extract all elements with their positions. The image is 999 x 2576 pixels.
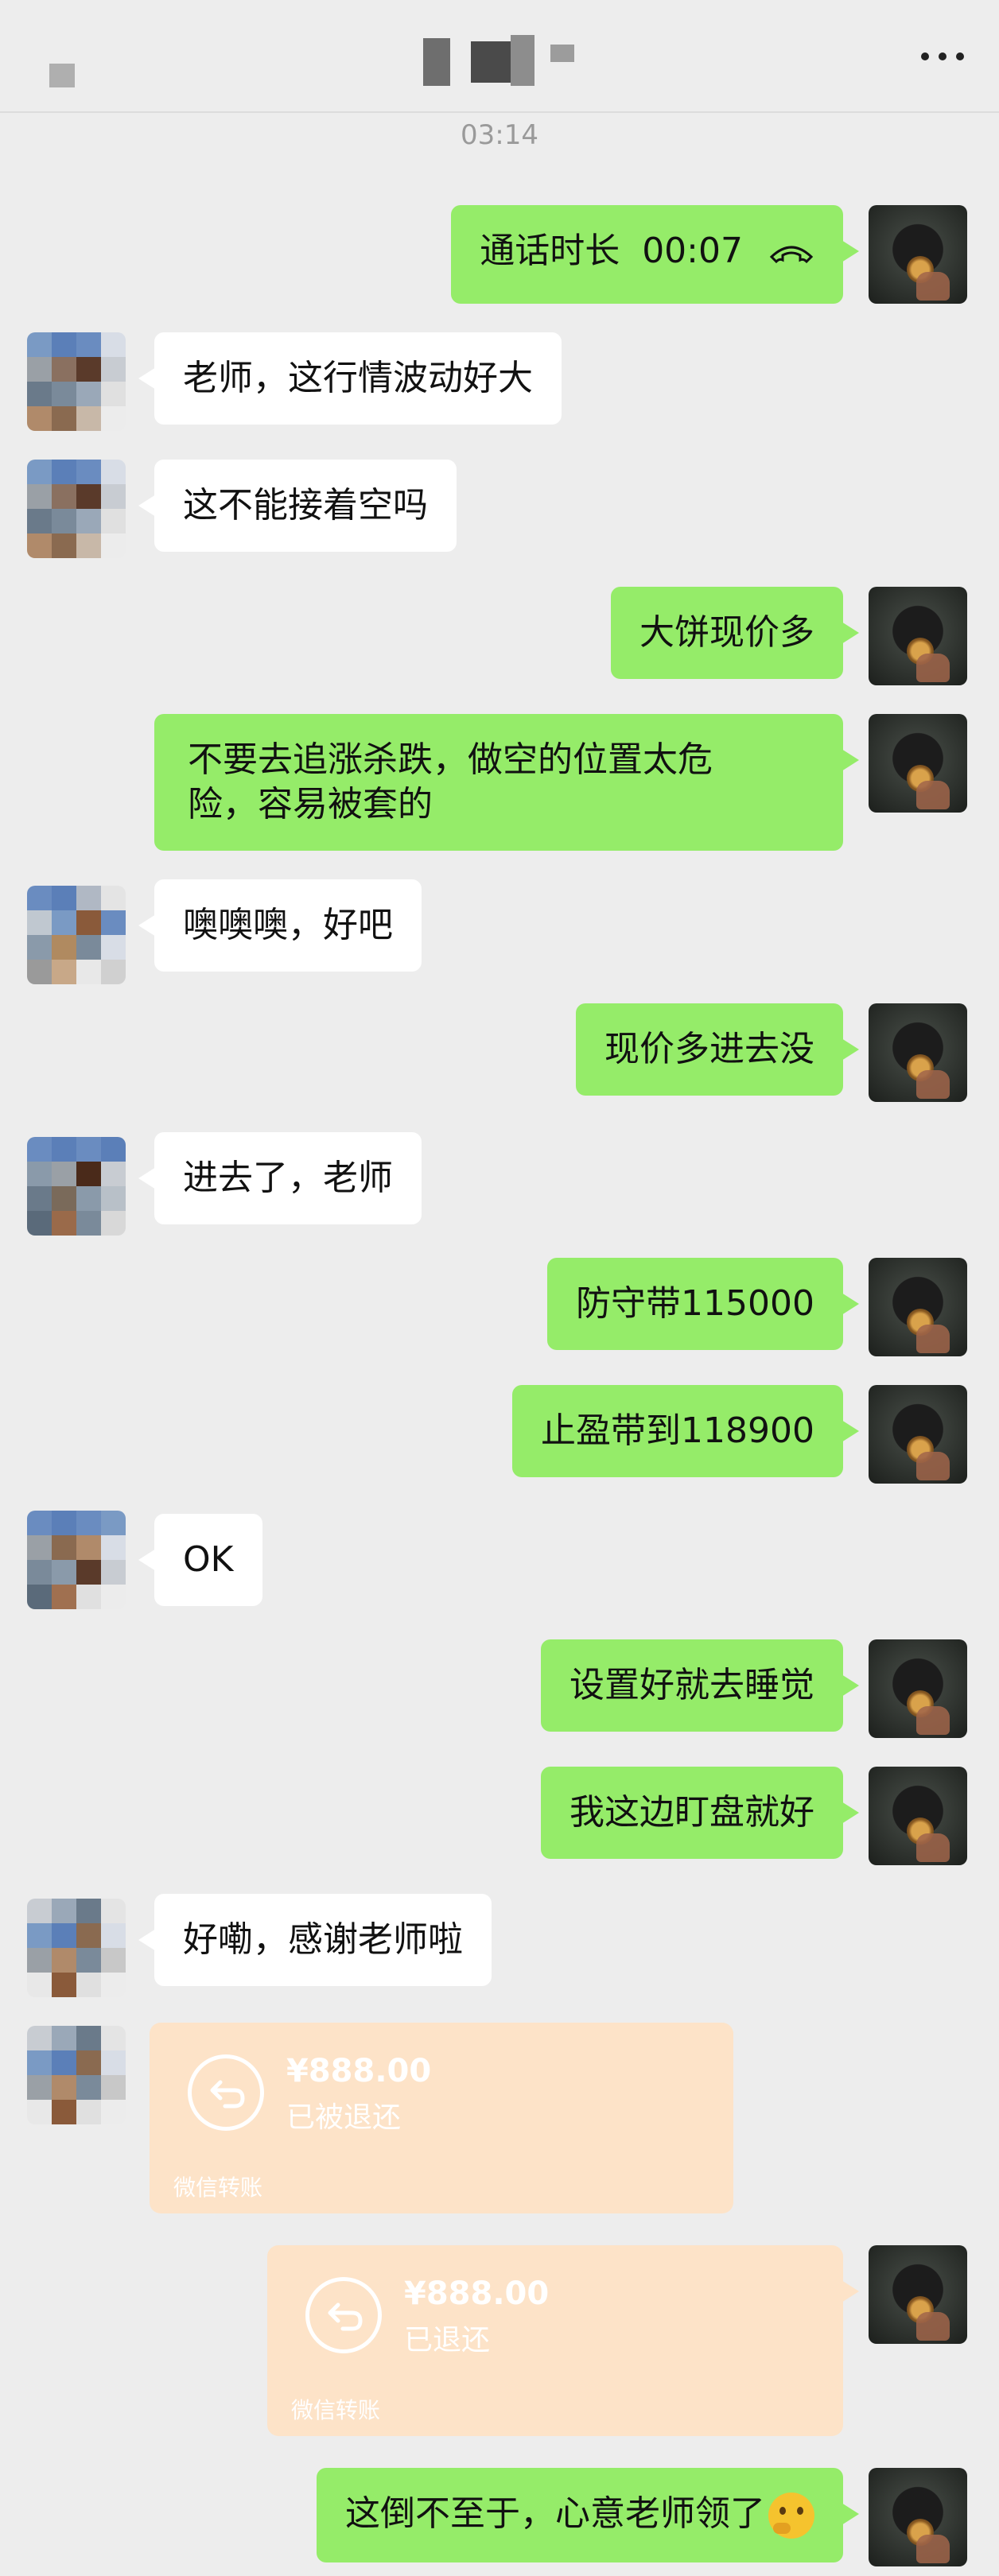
transfer-amount: ¥888.00: [404, 2275, 550, 2312]
message-text: 进去了，老师: [183, 1158, 393, 1198]
call-record-bubble[interactable]: 通话时长 00:07: [451, 205, 859, 304]
message-bubble[interactable]: 现价多进去没: [576, 1003, 859, 1096]
message-bubble[interactable]: 进去了，老师: [138, 1132, 422, 1224]
message-bubble[interactable]: 防守带115000: [547, 1258, 859, 1350]
more-dots-icon[interactable]: [915, 46, 970, 67]
transfer-card[interactable]: ¥888.00 已退还 微信转账: [267, 2245, 859, 2436]
message-text: 我这边盯盘就好: [569, 1792, 814, 1833]
transfer-source: 微信转账: [173, 2174, 263, 2201]
avatar[interactable]: [869, 1003, 967, 1102]
message-line: 不要去追涨杀跌，做空的位置太危: [188, 739, 713, 780]
phone-hangup-icon: [769, 246, 814, 264]
message-bubble[interactable]: 老师，这行情波动好大: [138, 332, 562, 425]
message-bubble[interactable]: 我这边盯盘就好: [541, 1767, 859, 1859]
message-text: 噢噢噢，好吧: [183, 905, 393, 945]
avatar[interactable]: [869, 587, 967, 685]
avatar[interactable]: [27, 2026, 126, 2124]
back-button-icon[interactable]: [49, 64, 75, 87]
avatar[interactable]: [869, 2468, 967, 2566]
avatar[interactable]: [869, 205, 967, 304]
message-bubble[interactable]: 设置好就去睡觉: [541, 1639, 859, 1732]
thinking-face-icon: [768, 2493, 814, 2539]
message-text: 这不能接着空吗: [183, 485, 428, 526]
timestamp: 03:14: [461, 119, 538, 151]
avatar[interactable]: [869, 1639, 967, 1738]
transfer-status: 已退还: [404, 2324, 491, 2357]
avatar[interactable]: [27, 1137, 126, 1236]
transfer-return-icon: [305, 2277, 382, 2353]
avatar[interactable]: [869, 1767, 967, 1865]
message-text: 大饼现价多: [639, 612, 814, 653]
avatar[interactable]: [27, 886, 126, 984]
message-text: 止盈带到118900: [541, 1410, 814, 1451]
message-bubble[interactable]: 这不能接着空吗: [138, 460, 457, 552]
chat-title-blurred: [423, 32, 574, 89]
transfer-return-icon: [188, 2054, 264, 2131]
avatar[interactable]: [869, 1385, 967, 1484]
avatar[interactable]: [27, 1511, 126, 1609]
message-text: 老师，这行情波动好大: [183, 358, 533, 398]
call-duration-text: 通话时长 00:07: [480, 231, 743, 271]
message-line: 险，容易被套的: [188, 784, 433, 824]
message-bubble[interactable]: 不要去追涨杀跌，做空的位置太危 险，容易被套的: [154, 714, 859, 851]
avatar[interactable]: [27, 460, 126, 558]
message-text: 现价多进去没: [604, 1029, 814, 1069]
chat-header: [0, 0, 999, 113]
message-bubble[interactable]: OK: [138, 1514, 262, 1606]
message-text: 好嘞，感谢老师啦: [183, 1919, 463, 1960]
message-text: 防守带115000: [576, 1283, 814, 1324]
avatar[interactable]: [27, 1899, 126, 1997]
message-text: 设置好就去睡觉: [569, 1665, 814, 1705]
message-text: OK: [183, 1539, 234, 1580]
message-bubble[interactable]: 好嘞，感谢老师啦: [138, 1894, 492, 1986]
message-text: 这倒不至于，心意老师领了: [345, 2493, 765, 2534]
avatar[interactable]: [869, 2245, 967, 2344]
transfer-source: 微信转账: [291, 2397, 381, 2423]
avatar[interactable]: [869, 1258, 967, 1356]
transfer-amount: ¥888.00: [286, 2053, 432, 2089]
message-bubble[interactable]: 止盈带到118900: [512, 1385, 859, 1477]
avatar[interactable]: [869, 714, 967, 813]
avatar[interactable]: [27, 332, 126, 431]
message-bubble[interactable]: 噢噢噢，好吧: [138, 879, 422, 972]
message-bubble[interactable]: 大饼现价多: [611, 587, 859, 679]
transfer-card[interactable]: ¥888.00 已被退还 微信转账: [150, 2023, 733, 2213]
message-bubble[interactable]: 这倒不至于，心意老师领了: [317, 2468, 859, 2562]
transfer-status: 已被退还: [286, 2101, 402, 2134]
